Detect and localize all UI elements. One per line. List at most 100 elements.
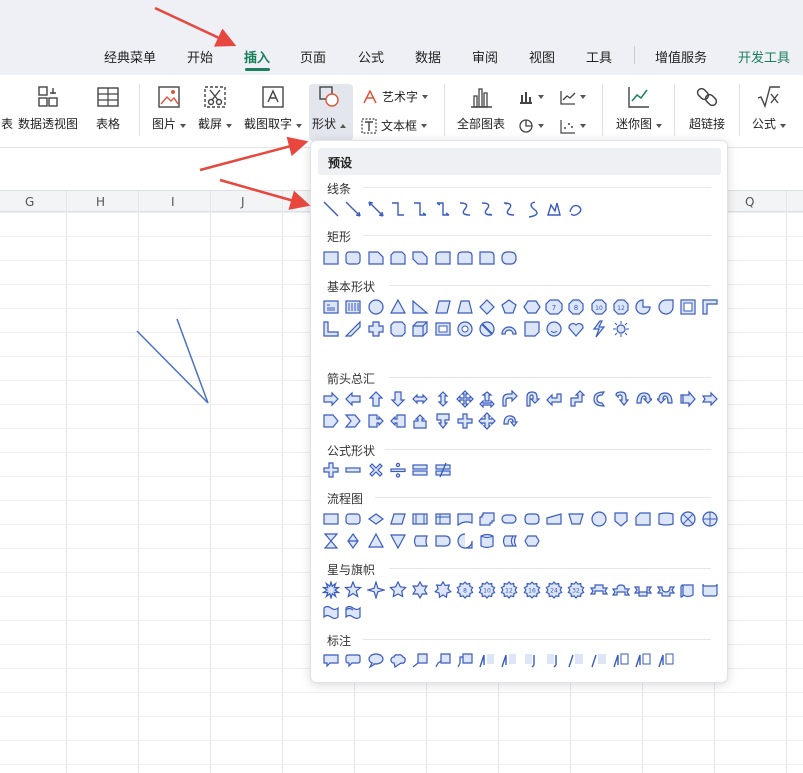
shape-option[interactable] bbox=[612, 390, 630, 408]
shape-option[interactable] bbox=[344, 532, 362, 550]
shape-option[interactable] bbox=[500, 200, 518, 218]
shape-option[interactable] bbox=[389, 532, 407, 550]
tab-value-added[interactable]: 增值服务 bbox=[655, 47, 707, 66]
shape-option[interactable] bbox=[389, 249, 407, 267]
shape-option[interactable] bbox=[478, 412, 496, 430]
shape-option[interactable] bbox=[344, 298, 362, 316]
screenshot-button[interactable]: 截屏 bbox=[198, 84, 233, 132]
shape-option[interactable] bbox=[478, 510, 496, 528]
tab-view[interactable]: 视图 bbox=[529, 47, 555, 66]
shape-option[interactable] bbox=[344, 603, 362, 621]
shape-option[interactable] bbox=[657, 510, 675, 528]
shape-option[interactable] bbox=[478, 532, 496, 550]
tab-insert[interactable]: 插入 bbox=[244, 47, 270, 66]
shape-option[interactable] bbox=[567, 320, 585, 338]
tab-tools[interactable]: 工具 bbox=[586, 47, 612, 66]
shape-option[interactable] bbox=[344, 412, 362, 430]
shape-option[interactable] bbox=[344, 651, 362, 669]
shape-option[interactable] bbox=[434, 412, 452, 430]
shape-option[interactable] bbox=[679, 390, 697, 408]
shape-option[interactable] bbox=[344, 461, 362, 479]
shape-option[interactable] bbox=[344, 200, 362, 218]
shape-button[interactable]: 形状 bbox=[312, 84, 347, 132]
column-chart-button[interactable] bbox=[518, 89, 544, 105]
pie-chart-button[interactable] bbox=[518, 118, 544, 134]
shape-option[interactable] bbox=[344, 581, 363, 599]
shape-option[interactable] bbox=[523, 200, 541, 218]
shape-option[interactable] bbox=[367, 298, 385, 316]
shape-option[interactable] bbox=[322, 298, 340, 316]
tab-classic-menu[interactable]: 经典菜单 bbox=[104, 47, 156, 66]
shape-option[interactable]: 12 bbox=[612, 298, 630, 316]
shape-option[interactable] bbox=[545, 320, 563, 338]
table-button[interactable]: 表格 bbox=[95, 84, 121, 132]
shape-option[interactable] bbox=[679, 510, 697, 528]
shape-option[interactable] bbox=[433, 581, 452, 599]
shape-option[interactable] bbox=[545, 390, 563, 408]
line-chart-button[interactable] bbox=[560, 89, 586, 105]
shape-option[interactable] bbox=[478, 651, 496, 669]
tab-developer[interactable]: 开发工具 bbox=[738, 47, 790, 66]
shape-option[interactable] bbox=[656, 390, 675, 408]
scatter-chart-button[interactable] bbox=[560, 118, 586, 134]
shape-option[interactable] bbox=[411, 320, 429, 338]
shape-option[interactable]: 24 bbox=[545, 581, 563, 599]
shape-option[interactable] bbox=[322, 249, 340, 267]
shape-option[interactable] bbox=[411, 298, 429, 316]
shape-option[interactable] bbox=[367, 200, 385, 218]
shape-option[interactable] bbox=[389, 461, 407, 479]
shape-option[interactable] bbox=[434, 298, 452, 316]
shape-option[interactable] bbox=[500, 412, 519, 430]
shape-option[interactable] bbox=[411, 390, 429, 408]
shape-option[interactable] bbox=[523, 510, 541, 528]
shape-option[interactable] bbox=[389, 412, 407, 430]
shape-option[interactable] bbox=[388, 581, 407, 599]
shape-option[interactable] bbox=[634, 581, 653, 599]
picture-button[interactable]: 图片 bbox=[152, 84, 187, 132]
tab-data[interactable]: 数据 bbox=[415, 47, 441, 66]
shape-option[interactable] bbox=[701, 298, 719, 316]
shape-option[interactable] bbox=[367, 249, 385, 267]
shape-option[interactable] bbox=[456, 510, 474, 528]
shape-option[interactable] bbox=[500, 510, 518, 528]
shape-option[interactable] bbox=[634, 510, 652, 528]
shape-option[interactable] bbox=[567, 651, 585, 669]
shape-option[interactable] bbox=[434, 200, 452, 218]
shape-option[interactable]: 10 bbox=[590, 298, 608, 316]
sparkline-button[interactable]: 迷你图 bbox=[616, 84, 663, 132]
shape-option[interactable] bbox=[500, 249, 518, 267]
shape-option[interactable] bbox=[389, 651, 407, 669]
shape-option[interactable] bbox=[679, 298, 697, 316]
shape-option[interactable] bbox=[367, 510, 385, 528]
shape-option[interactable] bbox=[434, 532, 452, 550]
shape-option[interactable] bbox=[523, 651, 541, 669]
shape-option[interactable]: 12 bbox=[500, 581, 518, 599]
shape-option[interactable] bbox=[523, 320, 541, 338]
shape-option[interactable] bbox=[634, 298, 652, 316]
tab-page[interactable]: 页面 bbox=[300, 47, 326, 66]
shape-option[interactable] bbox=[411, 651, 429, 669]
shape-option[interactable] bbox=[478, 298, 496, 316]
shape-option[interactable] bbox=[634, 390, 653, 408]
shape-option[interactable] bbox=[367, 651, 385, 669]
text-box-button[interactable]: 文本框 bbox=[361, 117, 428, 134]
shape-option[interactable] bbox=[701, 390, 719, 408]
shape-option[interactable] bbox=[500, 298, 518, 316]
shape-option[interactable] bbox=[434, 320, 452, 338]
shape-option[interactable] bbox=[523, 532, 541, 550]
shape-option[interactable] bbox=[322, 390, 340, 408]
shape-option[interactable] bbox=[389, 390, 407, 408]
pivot-chart-button[interactable]: 数据透视图 bbox=[18, 84, 78, 132]
shape-option[interactable] bbox=[456, 412, 474, 430]
shape-option[interactable] bbox=[411, 510, 429, 528]
shape-option[interactable] bbox=[322, 200, 340, 218]
shape-option[interactable] bbox=[500, 532, 518, 550]
shape-option[interactable] bbox=[656, 581, 675, 599]
shape-option[interactable] bbox=[344, 249, 362, 267]
shape-option[interactable] bbox=[322, 320, 340, 338]
shape-option[interactable] bbox=[701, 510, 719, 528]
shape-option[interactable] bbox=[389, 200, 407, 218]
shape-option[interactable] bbox=[456, 651, 474, 669]
tab-formula[interactable]: 公式 bbox=[358, 47, 384, 66]
symbol-button[interactable]: 符 bbox=[797, 84, 803, 132]
